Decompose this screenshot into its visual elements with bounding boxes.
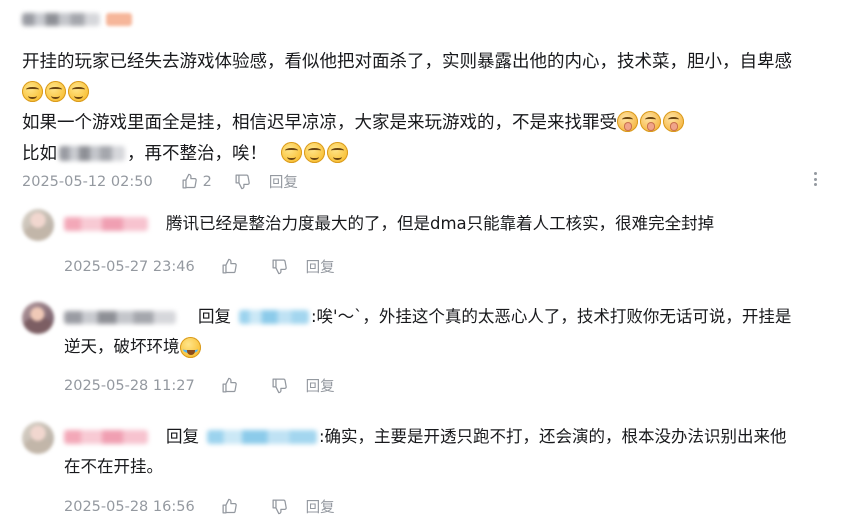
reply-text: 腾讯已经是整治力度最大的了，但是dma只能靠着人工核实，很难完全封掉 [166,214,715,233]
reply-date: 2025-05-28 11:27 [64,377,195,394]
comment-line [22,78,852,109]
main-comment-author[interactable] [22,11,132,27]
reply-item: 腾讯已经是整治力度最大的了，但是dma只能靠着人工核实，很难完全封掉 [64,209,714,239]
reply-line: 在不在开挂。 [64,452,787,482]
reply-meta: 2025-05-28 16:56 回复 [64,496,335,517]
reply-line: 逆天，破坏环境 [64,332,791,362]
dislike-button[interactable] [271,498,288,515]
reply-item: 回复 :唉'～`，外挂这个真的太恶心人了，技术打败你无话可说，开挂是 逆天，破坏… [64,302,791,362]
dislike-button[interactable] [271,258,288,275]
smug-emoji [326,141,348,163]
like-button[interactable] [221,498,238,515]
like-count: 2 [202,173,212,190]
dislike-button[interactable] [271,377,288,394]
reply-meta: 2025-05-28 11:27 回复 [64,375,335,396]
main-comment-meta: 2025-05-12 02:50 2 回复 [22,171,298,192]
mentioned-user-blurred[interactable] [207,430,317,444]
reply-author-blurred[interactable] [64,217,148,231]
thumb-down-icon [271,377,288,394]
thumb-down-icon [271,258,288,275]
smug-emoji [303,141,325,163]
thumb-up-icon [221,498,238,515]
reply-text: :确实，主要是开透只跑不打，还会演的，根本没办法识别出来他 [319,427,787,446]
comment-line: 开挂的玩家已经失去游戏体验感，看似他把对面杀了，实则暴露出他的内心，技术菜，胆小… [22,52,792,72]
thumb-down-icon [234,173,251,190]
smug-emoji [280,141,302,163]
more-vertical-icon[interactable] [809,170,821,188]
reply-meta: 2025-05-27 23:46 回复 [64,256,335,277]
thumb-up-icon [221,377,238,394]
reply-button[interactable]: 回复 [306,375,335,396]
comment-date: 2025-05-12 02:50 [22,173,153,190]
shh-emoji [640,111,661,132]
level-badge [106,12,132,26]
dislike-button[interactable] [234,173,251,190]
avatar[interactable] [22,302,54,334]
reply-button[interactable]: 回复 [269,171,298,192]
blurred-game-name [59,145,125,161]
reply-date: 2025-05-28 16:56 [64,498,195,515]
shh-emoji [663,111,684,132]
avatar[interactable] [22,422,54,454]
author-name-blurred[interactable] [22,12,100,26]
like-button[interactable] [221,377,238,394]
reply-author-blurred[interactable] [64,430,148,444]
avatar[interactable] [22,209,54,241]
reply-text: 逆天，破坏环境 [64,337,180,356]
laugh-cry-emoji [179,336,201,358]
comment-line: 比如 ，再不整治，唉！ [22,139,852,170]
reply-text: 在不在开挂。 [64,457,163,476]
mentioned-user-blurred[interactable] [239,310,309,324]
thumb-up-icon [181,173,198,190]
reply-word: 回复 [198,307,231,326]
reply-date: 2025-05-27 23:46 [64,258,195,275]
reply-item: 回复 :确实，主要是开透只跑不打，还会演的，根本没办法识别出来他 在不在开挂。 [64,422,787,482]
smug-emoji [22,80,43,102]
reply-text: :唉'～`，外挂这个真的太恶心人了，技术打败你无话可说，开挂是 [311,307,792,326]
main-comment-text: 开挂的玩家已经失去游戏体验感，看似他把对面杀了，实则暴露出他的内心，技术菜，胆小… [22,47,852,169]
comment-line: 如果一个游戏里面全是挂，相信迟早凉凉，大家是来玩游戏的，不是来找罪受 [22,108,852,139]
reply-button[interactable]: 回复 [306,496,335,517]
reply-word: 回复 [166,427,199,446]
smug-emoji [45,80,66,102]
shh-emoji [617,111,638,132]
reply-line: 回复 :确实，主要是开透只跑不打，还会演的，根本没办法识别出来他 [64,422,787,452]
like-button[interactable] [221,258,238,275]
reply-line: 腾讯已经是整治力度最大的了，但是dma只能靠着人工核实，很难完全封掉 [64,209,714,239]
thumb-down-icon [271,498,288,515]
reply-line: 回复 :唉'～`，外挂这个真的太恶心人了，技术打败你无话可说，开挂是 [64,302,791,332]
thumb-up-icon [221,258,238,275]
smug-emoji [68,80,89,102]
reply-button[interactable]: 回复 [306,256,335,277]
reply-author-blurred[interactable] [64,310,176,324]
like-button[interactable]: 2 [181,173,212,190]
